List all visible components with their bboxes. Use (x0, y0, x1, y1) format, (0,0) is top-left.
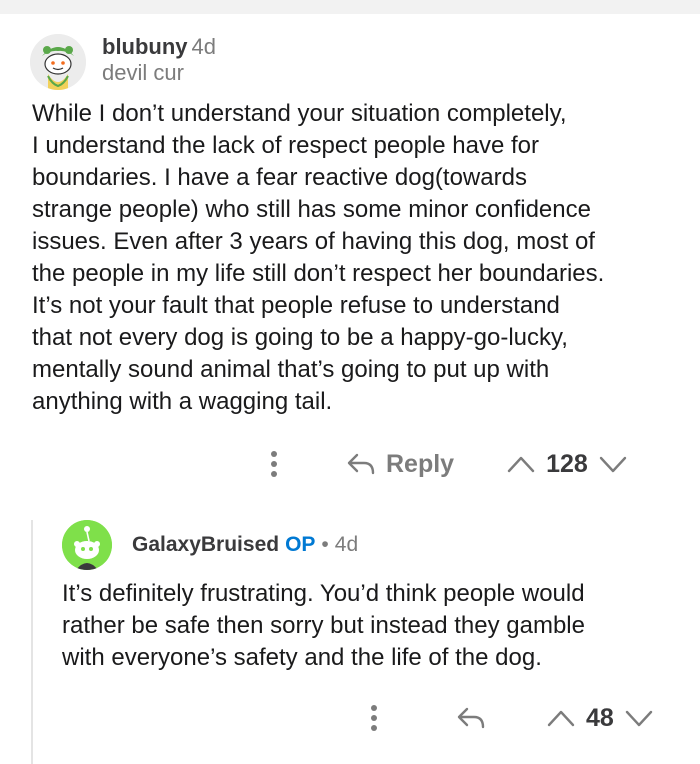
comment-age: 4d (191, 34, 217, 59)
reply-button[interactable]: Reply (346, 450, 454, 479)
comment-author[interactable]: blubuny (102, 34, 188, 59)
comment-body: While I don’t understand your situation … (32, 98, 682, 418)
user-avatar[interactable] (30, 34, 86, 90)
downvote-icon[interactable] (624, 708, 654, 728)
top-separator (0, 0, 700, 14)
reply-line: rather be safe then sorry but instead th… (62, 612, 585, 639)
comment-line: While I don’t understand your situation … (32, 100, 567, 127)
more-options-button[interactable] (362, 700, 386, 736)
more-options-icon (271, 451, 277, 477)
reply-comment: GalaxyBruised OP • 4d It’s definitely frust… (0, 520, 700, 764)
comment-header: blubuny 4d devil cur (102, 34, 216, 86)
op-badge: OP (285, 533, 316, 556)
comment-line: anything with a wagging tail. (32, 388, 333, 415)
reply-line: with everyone’s safety and the life of t… (62, 644, 542, 671)
reply-author[interactable]: GalaxyBruised (132, 533, 279, 556)
reply-arrow-icon (347, 453, 375, 475)
reply-line: It’s definitely frustrating. You’d think… (62, 580, 585, 607)
more-options-button[interactable] (262, 446, 286, 482)
snoo-avatar-icon (62, 520, 112, 570)
comment-line: that not every dog is going to be a happ… (32, 324, 568, 351)
snoo-avatar-icon (30, 34, 86, 90)
reply-actions: 48 (362, 698, 654, 738)
reply-avatar[interactable] (62, 520, 112, 570)
vote-count: 128 (546, 449, 588, 478)
reply-header: GalaxyBruised OP • 4d (132, 532, 358, 558)
more-options-icon (371, 705, 377, 731)
comment-line: issues. Even after 3 years of having thi… (32, 228, 595, 255)
downvote-icon[interactable] (598, 454, 628, 474)
comment-line: the people in my life still don’t respec… (32, 260, 605, 287)
comment-line: strange people) who still has some minor… (32, 196, 591, 223)
comment-line: I understand the lack of respect people … (32, 132, 539, 159)
reply-body: It’s definitely frustrating. You’d think… (62, 578, 682, 674)
separator-dot: • (321, 533, 329, 556)
vote-count: 48 (586, 703, 614, 732)
reply-button[interactable] (456, 706, 486, 730)
comment-actions: Reply 128 (262, 444, 628, 484)
comment-line: boundaries. I have a fear reactive dog(t… (32, 164, 527, 191)
reply-arrow-icon (457, 707, 485, 729)
reply-label: Reply (386, 449, 455, 478)
vote-control: 48 (546, 704, 654, 733)
upvote-icon[interactable] (546, 708, 576, 728)
upvote-icon[interactable] (506, 454, 536, 474)
reply-age: 4d (334, 533, 359, 556)
vote-control: 128 (506, 450, 628, 479)
user-flair: devil cur (102, 60, 184, 85)
comment-line: It’s not your fault that people refuse t… (32, 292, 560, 319)
comment-line: mentally sound animal that’s going to pu… (32, 356, 550, 383)
